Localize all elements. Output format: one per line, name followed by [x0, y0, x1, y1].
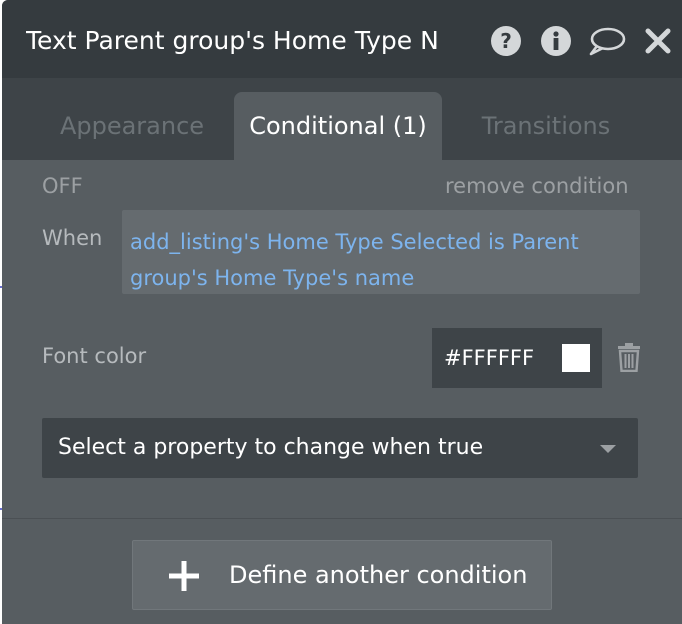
canvas-edge-mark — [0, 286, 2, 288]
when-label: When — [42, 226, 103, 250]
help-icon[interactable]: ? — [490, 25, 522, 57]
property-editor-panel: Text Parent group's Home Type N ? Appear… — [2, 0, 682, 624]
condition-expression-field[interactable]: add_listing's Home Type Selected is Pare… — [122, 210, 640, 294]
property-select[interactable]: Select a property to change when true — [42, 418, 638, 478]
tab-appearance[interactable]: Appearance — [42, 92, 222, 160]
font-color-picker[interactable]: #FFFFFF — [432, 328, 602, 388]
define-condition-label: Define another condition — [229, 561, 528, 589]
divider — [2, 518, 682, 519]
comment-icon[interactable] — [588, 25, 626, 57]
canvas-edge-mark — [0, 508, 2, 510]
info-icon[interactable] — [540, 25, 572, 57]
font-color-value: #FFFFFF — [444, 346, 535, 370]
property-select-placeholder: Select a property to change when true — [58, 435, 484, 460]
tab-conditional[interactable]: Conditional (1) — [234, 92, 442, 160]
panel-title: Text Parent group's Home Type N — [26, 26, 439, 55]
condition-toggle[interactable]: OFF — [42, 174, 83, 198]
caret-down-icon — [600, 445, 616, 453]
close-icon[interactable] — [642, 25, 674, 57]
remove-condition-link[interactable]: remove condition — [445, 174, 629, 198]
condition-expression: add_listing's Home Type Selected is Pare… — [130, 230, 579, 290]
trash-icon[interactable] — [616, 342, 642, 373]
color-swatch[interactable] — [562, 344, 590, 372]
plus-icon — [169, 561, 199, 591]
panel-header: Text Parent group's Home Type N ? — [2, 0, 682, 78]
tab-transitions[interactable]: Transitions — [460, 92, 632, 160]
svg-text:?: ? — [500, 29, 512, 53]
font-color-label: Font color — [42, 344, 147, 368]
define-condition-button[interactable]: Define another condition — [132, 540, 552, 610]
tab-bar: Appearance Conditional (1) Transitions — [2, 78, 682, 160]
